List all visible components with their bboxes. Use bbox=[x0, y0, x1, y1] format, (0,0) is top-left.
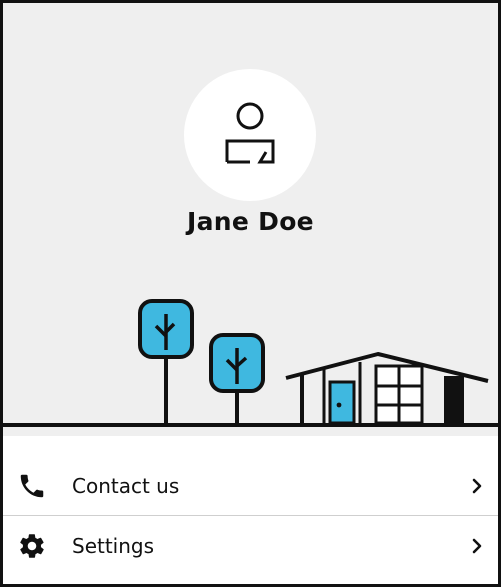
gear-icon bbox=[20, 533, 44, 558]
menu-list: Contact us Settings bbox=[3, 456, 498, 575]
tree-icon bbox=[138, 299, 194, 424]
tree-icon bbox=[209, 333, 265, 424]
menu-item-label: Settings bbox=[72, 533, 155, 558]
home-illustration bbox=[3, 299, 498, 427]
app-screen: Jane Doe Contact us Settings bbox=[0, 0, 501, 587]
profile-header: Jane Doe bbox=[3, 3, 498, 436]
house-icon bbox=[285, 352, 489, 425]
user-icon bbox=[225, 102, 275, 164]
profile-name: Jane Doe bbox=[187, 207, 314, 236]
menu-item-contact-us[interactable]: Contact us bbox=[3, 456, 498, 515]
phone-icon bbox=[20, 474, 44, 497]
menu-item-label: Contact us bbox=[72, 473, 180, 498]
chevron-right-icon bbox=[472, 478, 482, 493]
menu-item-settings[interactable]: Settings bbox=[3, 515, 498, 575]
avatar[interactable] bbox=[184, 69, 316, 201]
chevron-right-icon bbox=[472, 538, 482, 553]
